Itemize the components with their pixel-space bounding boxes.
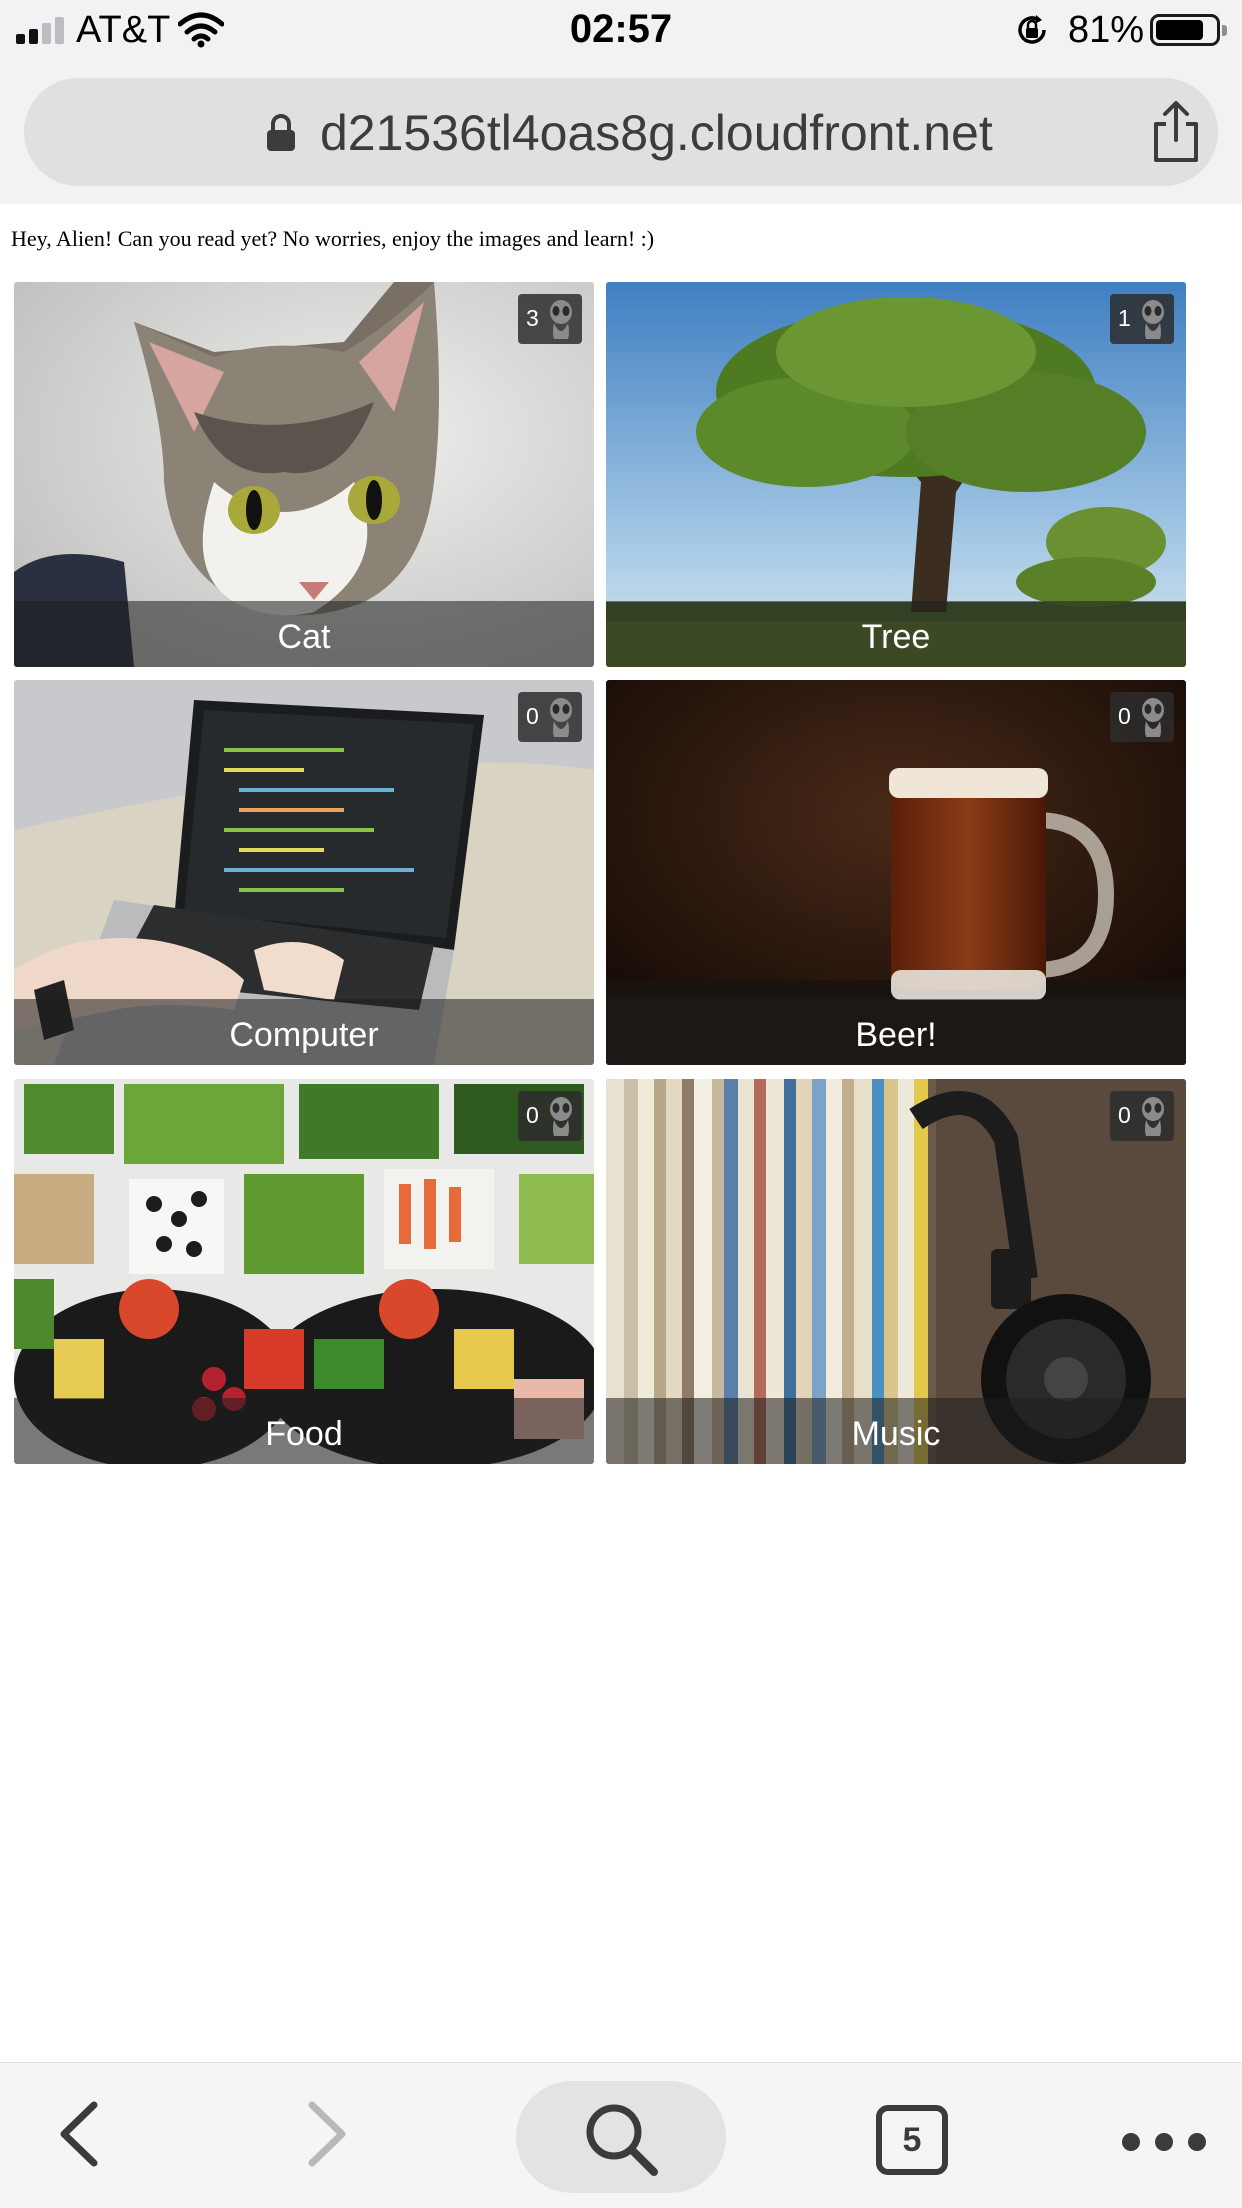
battery-fill bbox=[1156, 20, 1203, 40]
tile-badge: 3 bbox=[518, 294, 582, 344]
tile-count: 0 bbox=[526, 1102, 539, 1128]
alien-icon bbox=[550, 300, 572, 339]
tile-label: Cat bbox=[277, 618, 331, 656]
clock: 02:57 bbox=[569, 7, 673, 51]
alien-icon bbox=[550, 1097, 572, 1136]
lock-icon bbox=[267, 114, 295, 151]
battery-icon bbox=[1150, 14, 1227, 46]
tile-badge: 0 bbox=[1110, 692, 1174, 742]
tile-badge: 1 bbox=[1110, 294, 1174, 344]
tile-count: 0 bbox=[526, 703, 539, 729]
alien-icon bbox=[550, 698, 572, 737]
tile-label: Tree bbox=[861, 618, 931, 656]
tile-badge: 0 bbox=[518, 692, 582, 742]
battery-percent: 81% bbox=[1068, 9, 1145, 51]
tile-count: 0 bbox=[1118, 703, 1131, 729]
alien-icon bbox=[1142, 1097, 1164, 1136]
forward-icon[interactable] bbox=[302, 2099, 354, 2169]
status-bar: AT&T 02:57 81% bbox=[0, 0, 1242, 66]
browser-toolbar: 5 bbox=[0, 2062, 1242, 2208]
url-bar[interactable]: d21536tl4oas8g.cloudfront.net bbox=[24, 78, 1218, 186]
tile-food[interactable]: 0 Food bbox=[14, 1079, 594, 1464]
alien-icon bbox=[1142, 300, 1164, 339]
orientation-lock-icon bbox=[1018, 15, 1046, 44]
intro-text: Hey, Alien! Can you read yet? No worries… bbox=[11, 226, 655, 251]
address-area: d21536tl4oas8g.cloudfront.net bbox=[0, 66, 1242, 204]
search-icon bbox=[586, 2104, 658, 2176]
tile-count: 0 bbox=[1118, 1102, 1131, 1128]
tile-tree[interactable]: 1 Tree bbox=[606, 282, 1186, 667]
tile-label: Beer! bbox=[855, 1016, 937, 1054]
tile-label: Music bbox=[851, 1415, 941, 1453]
tile-badge: 0 bbox=[518, 1091, 582, 1141]
back-icon[interactable] bbox=[52, 2099, 104, 2169]
alien-icon bbox=[1142, 698, 1164, 737]
url-text[interactable]: d21536tl4oas8g.cloudfront.net bbox=[320, 104, 993, 162]
tile-count: 1 bbox=[1118, 305, 1131, 331]
tile-computer[interactable]: 0 Computer bbox=[14, 680, 594, 1065]
search-button[interactable] bbox=[516, 2081, 726, 2193]
tile-count: 3 bbox=[526, 305, 539, 331]
share-icon[interactable] bbox=[1150, 100, 1202, 164]
tile-music[interactable]: 0 Music bbox=[606, 1079, 1186, 1464]
tabs-button[interactable]: 5 bbox=[876, 2105, 948, 2175]
tile-beer[interactable]: 0 Beer! bbox=[606, 680, 1186, 1065]
more-icon[interactable] bbox=[1122, 2133, 1206, 2151]
tile-badge: 0 bbox=[1110, 1091, 1174, 1141]
tile-label: Food bbox=[265, 1415, 343, 1453]
tile-cat[interactable]: 3 Cat bbox=[14, 282, 594, 667]
tile-label: Computer bbox=[229, 1016, 379, 1054]
